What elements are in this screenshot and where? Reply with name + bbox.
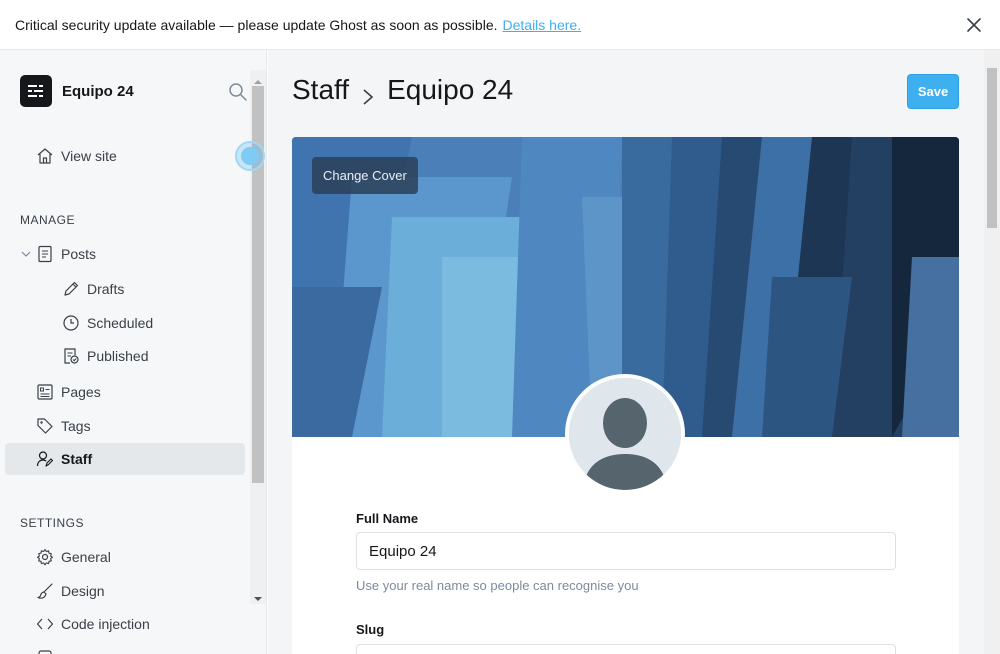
integrations-icon	[36, 648, 54, 654]
change-cover-button[interactable]: Change Cover	[312, 157, 418, 194]
tag-icon	[36, 417, 54, 435]
user-avatar-icon	[569, 378, 681, 490]
drafts-label: Drafts	[87, 281, 125, 297]
manage-section-title: MANAGE	[20, 213, 76, 227]
avatar[interactable]	[565, 374, 685, 494]
posts-label: Posts	[61, 246, 97, 262]
scroll-up-arrow-icon[interactable]	[254, 73, 262, 84]
slug-input[interactable]	[356, 644, 896, 654]
posts-icon	[36, 245, 54, 263]
sidebar-item-view-site[interactable]: View site	[36, 147, 117, 165]
main-content: Staff Equipo 24 Save Change Cover Full N…	[268, 50, 984, 654]
sidebar: Equipo 24 View site MANAGE Posts Drafts …	[0, 50, 267, 654]
search-icon[interactable]	[228, 82, 248, 102]
full-name-hint: Use your real name so people can recogni…	[356, 578, 639, 593]
scroll-down-arrow-icon[interactable]	[254, 590, 262, 601]
clock-icon	[62, 314, 80, 332]
brush-icon	[36, 582, 54, 600]
staff-label: Staff	[61, 451, 93, 467]
pages-label: Pages	[61, 384, 101, 400]
published-label: Published	[87, 348, 149, 364]
staff-icon	[36, 450, 54, 468]
save-button[interactable]: Save	[907, 74, 959, 109]
alert-message: Critical security update available — ple…	[15, 16, 498, 33]
settings-section-title: SETTINGS	[20, 516, 85, 530]
brand-name: Equipo 24	[62, 82, 134, 100]
sidebar-item-posts[interactable]: Posts	[20, 245, 96, 263]
scheduled-label: Scheduled	[87, 315, 154, 331]
profile-card: Change Cover Full Name Use your real nam…	[292, 137, 959, 654]
sidebar-item-partial[interactable]	[36, 648, 61, 654]
notification-pulse-indicator[interactable]	[235, 141, 265, 171]
pencil-icon	[62, 280, 80, 298]
breadcrumb-parent[interactable]: Staff	[292, 74, 349, 106]
code-icon	[36, 615, 54, 633]
sidebar-item-design[interactable]: Design	[36, 582, 105, 600]
pages-icon	[36, 383, 54, 401]
full-name-label: Full Name	[356, 511, 419, 526]
sidebar-item-tags[interactable]: Tags	[36, 417, 91, 435]
chevron-down-icon[interactable]	[20, 245, 32, 263]
page-title: Equipo 24	[387, 74, 514, 105]
brand-logo-icon	[20, 75, 52, 107]
general-label: General	[61, 549, 111, 565]
home-icon	[36, 147, 54, 165]
published-icon	[62, 347, 80, 365]
brand[interactable]: Equipo 24	[20, 75, 134, 107]
sidebar-item-code-injection[interactable]: Code injection	[36, 615, 150, 633]
main-scrollbar-thumb[interactable]	[987, 68, 997, 228]
chevron-right-icon	[361, 81, 375, 105]
pulse-core	[241, 147, 259, 165]
close-icon[interactable]	[964, 15, 984, 35]
full-name-input[interactable]	[356, 532, 896, 570]
sidebar-item-drafts[interactable]: Drafts	[62, 280, 124, 298]
sidebar-item-pages[interactable]: Pages	[36, 383, 101, 401]
sidebar-item-scheduled[interactable]: Scheduled	[62, 314, 153, 332]
sidebar-item-staff[interactable]: Staff	[36, 450, 92, 468]
tags-label: Tags	[61, 418, 91, 434]
gear-icon	[36, 548, 54, 566]
code-injection-label: Code injection	[61, 616, 150, 632]
slug-label: Slug	[356, 622, 385, 637]
sidebar-item-published[interactable]: Published	[62, 347, 149, 365]
sidebar-item-general[interactable]: General	[36, 548, 111, 566]
alert-details-link[interactable]: Details here.	[503, 17, 582, 33]
design-label: Design	[61, 583, 105, 599]
breadcrumb: Staff Equipo 24	[292, 74, 513, 106]
security-alert-banner: Critical security update available — ple…	[0, 0, 1000, 50]
view-site-label: View site	[61, 148, 117, 164]
